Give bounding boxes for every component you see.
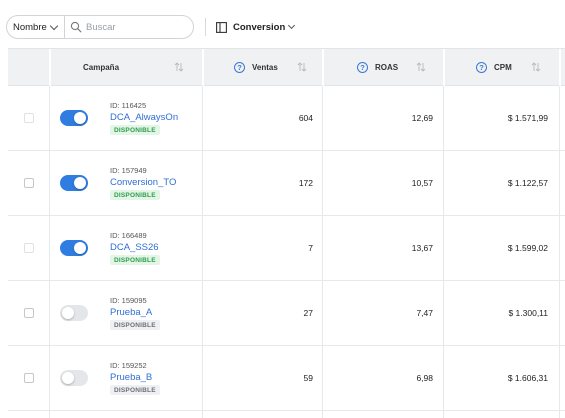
status-badge: DISPONIBLE: [110, 385, 160, 395]
sales-value: 7: [308, 243, 313, 253]
chevron-down-icon: [288, 21, 296, 30]
column-divider: [322, 49, 324, 86]
sort-icon[interactable]: [531, 62, 541, 72]
sort-icon[interactable]: [174, 62, 184, 72]
columns-icon: [216, 21, 227, 33]
roas-value: 7,47: [416, 308, 433, 318]
roas-value: 13,67: [411, 243, 433, 253]
column-gridline: [49, 86, 50, 418]
column-gridline: [322, 86, 323, 418]
column-divider: [559, 49, 561, 86]
cpm-value: $ 1.571,99: [507, 113, 548, 123]
campaign-id: ID: 157949: [110, 166, 147, 175]
help-icon[interactable]: ?: [234, 62, 245, 73]
campaign-toggle[interactable]: [60, 175, 88, 191]
header-cpm-label: CPM: [494, 63, 512, 72]
campaign-id: ID: 159095: [110, 296, 147, 305]
campaign-name-link[interactable]: Prueba_B: [110, 372, 152, 383]
campaign-id: ID: 116425: [110, 101, 147, 110]
campaign-id: ID: 166489: [110, 231, 147, 240]
row-checkbox[interactable]: [24, 243, 34, 253]
sales-value: 27: [303, 308, 313, 318]
table-row: ID: 159252 Prueba_B DISPONIBLE 59 6,98 $…: [8, 346, 565, 411]
table-row: ID: 116425 DCA_AlwaysOn DISPONIBLE 604 1…: [8, 86, 565, 151]
cpm-value: $ 1.606,31: [507, 373, 548, 383]
status-badge: DISPONIBLE: [110, 255, 160, 265]
cpm-value: $ 1.122,57: [507, 178, 548, 188]
search-input[interactable]: [86, 19, 190, 35]
table-header: Campaña ? Ventas ? ROAS ? CPM: [8, 48, 565, 86]
columns-view-label: Conversion: [233, 21, 286, 33]
row-checkbox[interactable]: [24, 178, 34, 188]
divider: [205, 18, 206, 36]
header-sales-label: Ventas: [252, 63, 278, 72]
help-icon[interactable]: ?: [357, 62, 368, 73]
search-icon: [70, 21, 82, 33]
columns-view-dropdown[interactable]: Conversion: [216, 18, 296, 36]
campaign-toggle[interactable]: [60, 305, 88, 321]
header-sales[interactable]: ? Ventas: [234, 49, 278, 86]
sort-icon[interactable]: [416, 62, 426, 72]
header-campaign[interactable]: Campaña: [83, 49, 119, 86]
campaign-id: ID: 159252: [110, 361, 147, 370]
sales-value: 59: [303, 373, 313, 383]
campaign-toggle[interactable]: [60, 240, 88, 256]
campaign-toggle[interactable]: [60, 370, 88, 386]
column-gridline: [202, 86, 203, 418]
header-roas[interactable]: ? ROAS: [357, 49, 398, 86]
row-checkbox[interactable]: [24, 113, 34, 123]
column-gridline: [443, 86, 444, 418]
table-row: ID: 166489 DCA_SS26 DISPONIBLE 7 13,67 $…: [8, 216, 565, 281]
row-checkbox[interactable]: [24, 308, 34, 318]
campaign-table: Campaña ? Ventas ? ROAS ? CPM ID: 116425…: [8, 48, 565, 418]
row-checkbox[interactable]: [24, 373, 34, 383]
search-field-dropdown[interactable]: Nombre: [7, 16, 64, 38]
campaign-toggle[interactable]: [60, 110, 88, 126]
toolbar: Nombre Conversion: [0, 0, 565, 48]
campaign-name-link[interactable]: Prueba_A: [110, 307, 152, 318]
status-badge: DISPONIBLE: [110, 190, 160, 200]
header-roas-label: ROAS: [375, 63, 399, 72]
divider: [64, 16, 65, 38]
header-cpm[interactable]: ? CPM: [476, 49, 512, 86]
help-icon[interactable]: ?: [476, 62, 487, 73]
sales-value: 604: [298, 113, 313, 123]
status-badge: DISPONIBLE: [110, 125, 160, 135]
column-gridline: [559, 86, 560, 418]
chevron-down-icon: [49, 21, 59, 30]
roas-value: 6,98: [416, 373, 433, 383]
sales-value: 172: [298, 178, 313, 188]
campaign-name-link[interactable]: DCA_AlwaysOn: [110, 112, 178, 123]
cpm-value: $ 1.599,02: [507, 243, 548, 253]
column-divider: [202, 49, 204, 86]
campaign-name-link[interactable]: Conversion_TO: [110, 177, 176, 188]
search-bar: Nombre: [6, 15, 194, 39]
cpm-value: $ 1.300,11: [508, 308, 548, 318]
search-field-label: Nombre: [13, 21, 47, 33]
column-divider: [443, 49, 445, 86]
status-badge: DISPONIBLE: [110, 320, 160, 330]
header-campaign-label: Campaña: [83, 63, 120, 72]
roas-value: 12,69: [411, 113, 433, 123]
campaign-name-link[interactable]: DCA_SS26: [110, 242, 159, 253]
table-row: ID: 157949 Conversion_TO DISPONIBLE 172 …: [8, 151, 565, 216]
sort-icon[interactable]: [297, 62, 307, 72]
table-row: ID: 159095 Prueba_A DISPONIBLE 27 7,47 $…: [8, 281, 565, 346]
table-row: [8, 411, 565, 418]
column-divider: [49, 49, 51, 86]
roas-value: 10,57: [411, 178, 433, 188]
